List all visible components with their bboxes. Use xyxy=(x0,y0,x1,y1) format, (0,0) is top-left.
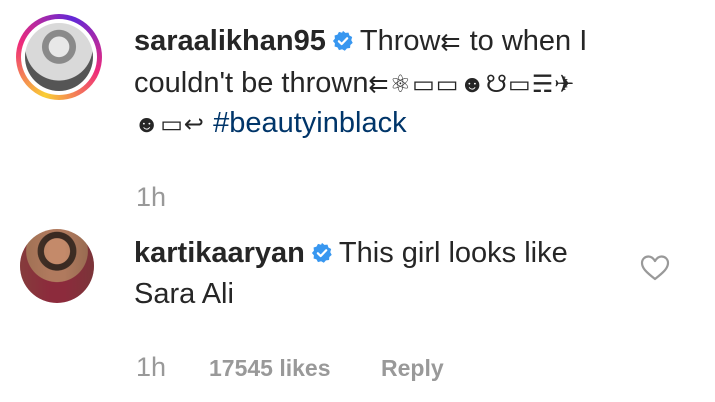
verified-badge-icon xyxy=(311,242,332,263)
comment-text: couldn't be thrown xyxy=(134,67,369,99)
hashtag-link[interactable]: #beautyinblack xyxy=(213,107,406,139)
avatar-photo xyxy=(25,23,93,91)
comment-text: Sara Ali xyxy=(134,278,234,310)
comment-text: Throw xyxy=(359,25,441,57)
emoji-glyphs: ⇇ xyxy=(440,29,462,56)
verified-badge-icon xyxy=(332,30,353,51)
comment-text: This girl looks like xyxy=(338,237,568,269)
comment-1-line-2: couldn't be thrown⇇⚛▭▭☻☋▭☴✈ xyxy=(134,66,575,102)
comment-1-line-1: saraalikhan95 Throw⇇ to when I xyxy=(134,24,587,60)
emoji-glyphs: ☻▭↩ xyxy=(134,111,206,138)
emoji-glyphs: ⇇⚛▭▭☻☋▭☴✈ xyxy=(368,71,576,98)
comment-text: to when I xyxy=(469,25,588,57)
comment-1-line-3: ☻▭↩ #beautyinblack xyxy=(134,106,407,142)
comment-thread: saraalikhan95 Throw⇇ to when I couldn't … xyxy=(0,0,715,402)
comment-1-timestamp[interactable]: 1h xyxy=(136,182,166,213)
avatar-kartikaaryan[interactable] xyxy=(20,229,94,303)
comment-2-line-2: Sara Ali xyxy=(134,277,234,311)
comment-username[interactable]: saraalikhan95 xyxy=(134,25,326,57)
comment-2-line-1: kartikaaryan This girl looks like xyxy=(134,236,568,270)
reply-button[interactable]: Reply xyxy=(381,355,444,382)
comment-2-timestamp[interactable]: 1h xyxy=(136,352,166,383)
comment-username[interactable]: kartikaaryan xyxy=(134,237,305,269)
story-avatar-saraalikhan95[interactable] xyxy=(16,14,102,100)
heart-icon[interactable] xyxy=(640,254,670,282)
likes-count[interactable]: 17545 likes xyxy=(209,355,331,382)
